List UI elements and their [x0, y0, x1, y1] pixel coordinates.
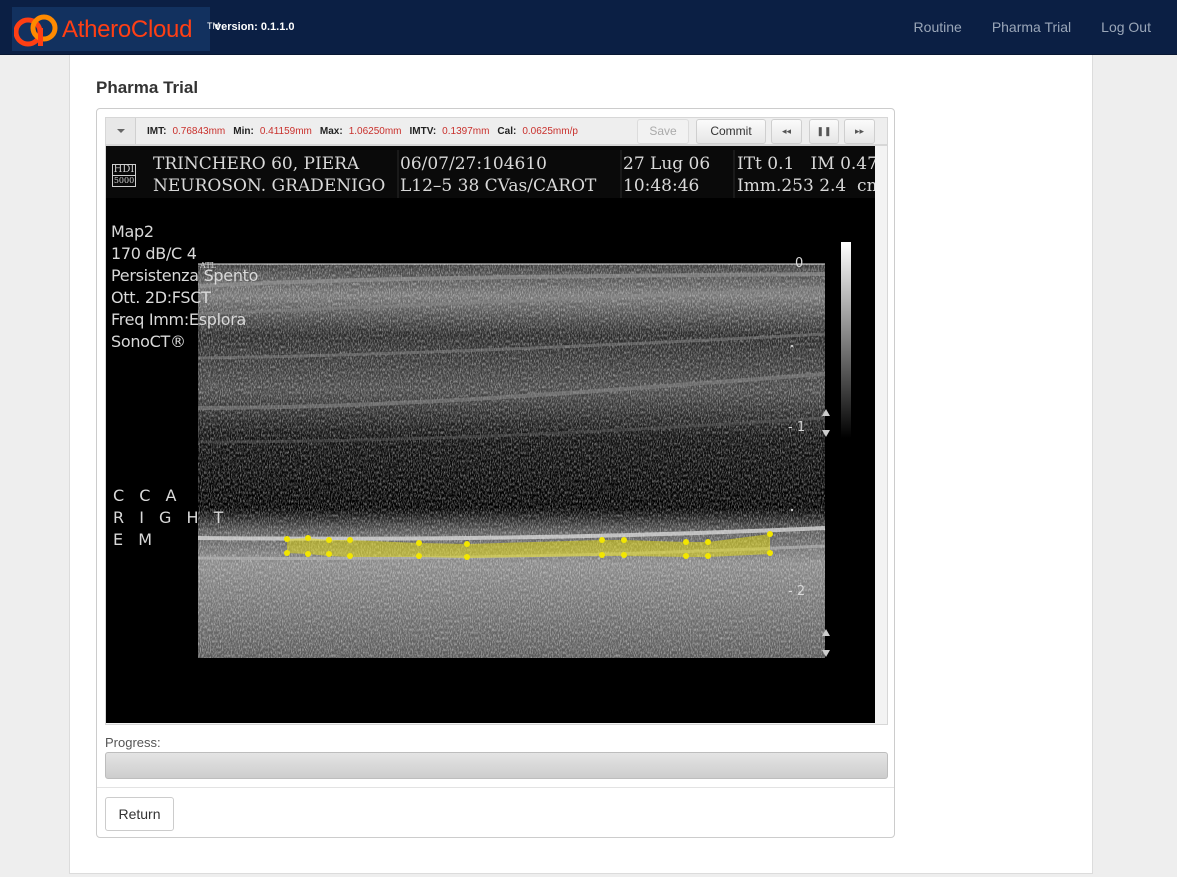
- setting-optimization: Ott. 2D:FSCT: [111, 288, 211, 307]
- probe-info: L12–5 38 CVas/CAROT: [400, 176, 597, 196]
- it-im-readout: ITt 0.1 IM 0.47: [737, 154, 875, 174]
- menu-dropdown-button[interactable]: [106, 118, 136, 144]
- rewind-button[interactable]: ◂◂: [771, 119, 802, 144]
- imtv-value: 0.1397mm: [442, 126, 490, 137]
- save-button[interactable]: Save: [637, 119, 689, 144]
- location-right: R I G H T: [113, 508, 229, 527]
- depth-label-1: - 1: [788, 420, 806, 435]
- exam-time: 10:48:46: [623, 176, 700, 196]
- imt-label: IMT:: [147, 126, 167, 137]
- depth-label-2: - 2: [788, 584, 806, 599]
- nav-links: Routine Pharma Trial Log Out: [899, 0, 1177, 54]
- patient-name: TRINCHERO 60, PIERA: [153, 154, 360, 174]
- setting-sonoct: SonoCT®: [111, 332, 186, 351]
- metrics-readout: IMT: 0.76843mm Min: 0.41159mm Max: 1.062…: [147, 126, 586, 137]
- pause-button[interactable]: ❚❚: [809, 119, 839, 144]
- cal-value: 0.0625mm/p: [522, 126, 578, 137]
- ultrasound-scan-graphic: [106, 146, 875, 658]
- setting-persistence: Persistenza Spento: [111, 266, 259, 285]
- top-navbar: AtheroCloud TM version: 0.1.1.0 Routine …: [0, 0, 1177, 55]
- progress-label: Progress:: [105, 735, 161, 750]
- forward-button[interactable]: ▸▸: [844, 119, 875, 144]
- imm-readout: Imm.253 2.4 cm: [737, 176, 875, 196]
- nav-pharma-trial-link[interactable]: Pharma Trial: [977, 0, 1086, 54]
- version-label: version: 0.1.1.0: [215, 21, 295, 33]
- max-label: Max:: [319, 126, 343, 137]
- setting-gain: 170 dB/C 4: [111, 244, 197, 263]
- location-em: E M: [113, 530, 157, 549]
- exam-date: 27 Lug 06: [623, 154, 711, 174]
- imtv-label: IMTV:: [409, 126, 437, 137]
- commit-button[interactable]: Commit: [696, 119, 766, 144]
- setting-frequency: Freq Imm:Esplora: [111, 310, 247, 329]
- brand-name: AtheroCloud: [62, 16, 193, 43]
- max-value: 1.06250mm: [348, 126, 402, 137]
- hdi-5000-badge: HDI 5000: [112, 164, 136, 187]
- min-value: 0.41159mm: [259, 126, 312, 137]
- progress-bar: [105, 752, 888, 779]
- main-container: Pharma Trial IMT: 0.76843mm Min: 0.41159…: [69, 55, 1093, 874]
- nav-routine-link[interactable]: Routine: [899, 0, 977, 54]
- nav-logout-link[interactable]: Log Out: [1086, 0, 1177, 54]
- return-button[interactable]: Return: [105, 797, 174, 831]
- image-viewer-frame: HDI 5000 TRINCHERO 60, PIERA NEUROSON. G…: [105, 145, 888, 725]
- exam-id: 06/07/27:104610: [400, 154, 547, 174]
- imt-value: 0.76843mm: [172, 126, 226, 137]
- panel-divider: [97, 787, 894, 788]
- atherocloud-logo-icon: [14, 14, 58, 47]
- page-title: Pharma Trial: [96, 78, 199, 97]
- atl-mark: ATL: [200, 261, 216, 270]
- setting-map: Map2: [111, 222, 154, 241]
- ultrasound-image[interactable]: HDI 5000 TRINCHERO 60, PIERA NEUROSON. G…: [106, 146, 875, 723]
- cal-label: Cal:: [497, 126, 517, 137]
- measurement-toolbar: IMT: 0.76843mm Min: 0.41159mm Max: 1.062…: [105, 117, 888, 145]
- depth-label-0: 0: [795, 256, 804, 271]
- analysis-panel: IMT: 0.76843mm Min: 0.41159mm Max: 1.062…: [96, 108, 895, 838]
- institution-name: NEUROSON. GRADENIGO: [153, 176, 386, 196]
- caret-down-icon: [117, 129, 125, 133]
- brand-logo[interactable]: AtheroCloud TM: [12, 7, 220, 51]
- min-label: Min:: [233, 126, 254, 137]
- location-cca: C C A: [113, 486, 182, 505]
